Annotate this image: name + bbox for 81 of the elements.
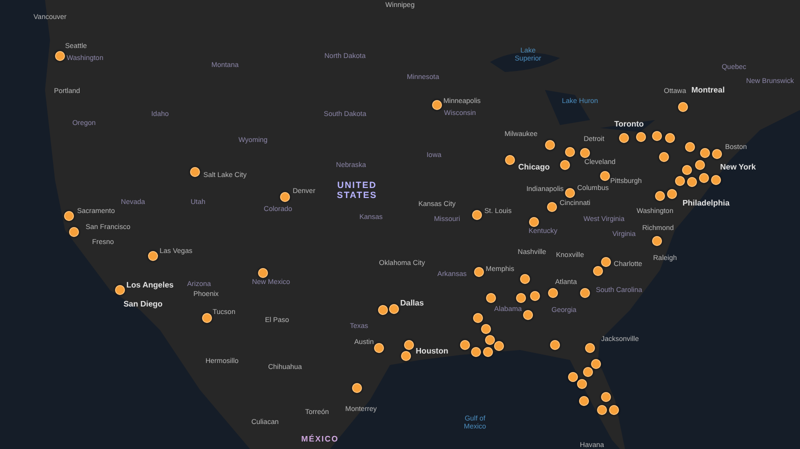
map-pin[interactable] [374, 343, 384, 353]
map-pin[interactable] [548, 288, 558, 298]
map-pin[interactable] [700, 148, 710, 158]
map-pin[interactable] [378, 305, 388, 315]
map-pin[interactable] [699, 173, 709, 183]
map-pin[interactable] [565, 147, 575, 157]
map-pin[interactable] [471, 347, 481, 357]
map-pin[interactable] [601, 257, 611, 267]
city-label: Montreal [691, 86, 725, 96]
map-pin[interactable] [190, 167, 200, 177]
map-pin[interactable] [547, 202, 557, 212]
map-pin[interactable] [678, 102, 688, 112]
map-pin[interactable] [486, 293, 496, 303]
map-pin[interactable] [687, 177, 697, 187]
map-pin[interactable] [600, 171, 610, 181]
map-pin[interactable] [712, 149, 722, 159]
map-pin[interactable] [591, 359, 601, 369]
lake-drawing [600, 120, 655, 132]
country-label: UNITED STATES [336, 181, 378, 201]
map-pin[interactable] [460, 340, 470, 350]
map-pin[interactable] [494, 341, 504, 351]
country-label: MÉXICO [301, 436, 339, 444]
map-pin[interactable] [483, 347, 493, 357]
city-label: Philadelphia [682, 200, 730, 208]
city-label: San Diego [123, 300, 163, 310]
map-pin[interactable] [659, 152, 669, 162]
city-label: Chicago [518, 164, 550, 172]
city-label: Houston [416, 348, 448, 356]
map-pin[interactable] [258, 268, 268, 278]
map-pin[interactable] [682, 165, 692, 175]
map-pin[interactable] [505, 155, 515, 165]
map-pin[interactable] [432, 100, 442, 110]
map-pin[interactable] [580, 148, 590, 158]
map-pin[interactable] [636, 132, 646, 142]
map-pin[interactable] [520, 274, 530, 284]
map-pin[interactable] [481, 324, 491, 334]
map-pin[interactable] [472, 210, 482, 220]
map-pin[interactable] [529, 217, 539, 227]
map-pin[interactable] [389, 304, 399, 314]
map-pin[interactable] [675, 176, 685, 186]
map-pin[interactable] [667, 189, 677, 199]
map-pin[interactable] [523, 310, 533, 320]
map-pin[interactable] [711, 175, 721, 185]
map-pin[interactable] [665, 133, 675, 143]
city-label: Toronto [614, 120, 644, 130]
map-pin[interactable] [580, 288, 590, 298]
map-pin[interactable] [352, 383, 362, 393]
map-pin[interactable] [655, 191, 665, 201]
map-pin[interactable] [619, 133, 629, 143]
map-pin[interactable] [401, 351, 411, 361]
map-pin[interactable] [652, 131, 662, 141]
map-pin[interactable] [565, 188, 575, 198]
map-pin[interactable] [530, 291, 540, 301]
map-pin[interactable] [69, 227, 79, 237]
map-pin[interactable] [609, 405, 619, 415]
map-pin[interactable] [55, 51, 65, 61]
city-label: New York [720, 164, 756, 172]
map-pin[interactable] [560, 160, 570, 170]
map-pin[interactable] [280, 192, 290, 202]
map-pin[interactable] [577, 379, 587, 389]
city-label: Los Angeles [126, 282, 174, 290]
map-pin[interactable] [583, 367, 593, 377]
map-pin[interactable] [685, 142, 695, 152]
map-pin[interactable] [550, 340, 560, 350]
map-pin[interactable] [115, 285, 125, 295]
map-pin[interactable] [695, 160, 705, 170]
map-pin[interactable] [148, 251, 158, 261]
map-pin[interactable] [473, 313, 483, 323]
map-pin[interactable] [516, 293, 526, 303]
map-pin[interactable] [404, 340, 414, 350]
map-pin[interactable] [597, 405, 607, 415]
map-pin[interactable] [64, 211, 74, 221]
map-pin[interactable] [601, 392, 611, 402]
map-pin[interactable] [485, 335, 495, 345]
map-pin[interactable] [585, 343, 595, 353]
map-pin[interactable] [474, 267, 484, 277]
map-pin[interactable] [545, 140, 555, 150]
map-pin[interactable] [652, 236, 662, 246]
city-label: Dallas [400, 300, 424, 308]
map-pin[interactable] [593, 266, 603, 276]
map-pin[interactable] [202, 313, 212, 323]
